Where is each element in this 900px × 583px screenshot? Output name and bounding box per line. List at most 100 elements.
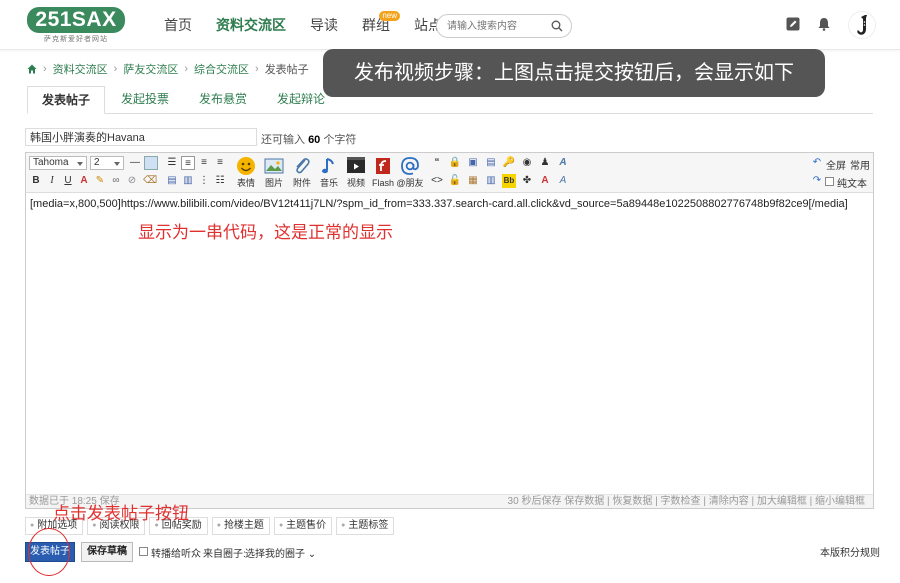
new-badge: new: [379, 11, 400, 21]
search-box: [436, 14, 572, 38]
search-icon[interactable]: [551, 20, 563, 32]
music-note-icon: [322, 158, 334, 174]
index-icon[interactable]: ▥: [484, 174, 498, 188]
plain-text-label: 纯文本: [837, 179, 867, 190]
broadcast-checkbox[interactable]: [139, 547, 148, 556]
table-icon[interactable]: [144, 156, 158, 170]
bb-icon[interactable]: Bb: [502, 174, 516, 188]
code-display-note: 显示为一串代码，这是正常的显示: [138, 223, 393, 242]
nav-resources[interactable]: 资料交流区: [204, 0, 298, 50]
saxophone-icon: [857, 15, 867, 35]
link-icon[interactable]: ∞: [109, 174, 123, 188]
search-input[interactable]: [447, 18, 547, 34]
site-header: 251SAX 萨克斯爱好者网站 首页 资料交流区 导读 群组 new 站点帮助: [0, 0, 900, 50]
user-avatar[interactable]: [848, 11, 876, 39]
fullscreen-button[interactable]: 全屏: [826, 157, 846, 172]
breadcrumb-general[interactable]: 综合交流区: [194, 61, 249, 77]
flash-button[interactable]: Flash: [368, 156, 398, 190]
quote-icon[interactable]: “: [430, 156, 444, 170]
underline-icon[interactable]: U: [61, 174, 75, 188]
lock-icon[interactable]: 🔒: [448, 156, 462, 170]
tab-reward[interactable]: 发布悬赏: [185, 86, 261, 114]
free-content-icon[interactable]: ▣: [466, 156, 480, 170]
emoji-label: 表情: [236, 178, 255, 188]
common-button[interactable]: 常用: [850, 157, 870, 172]
superscript-icon[interactable]: A: [538, 174, 552, 188]
mention-label: @朋友: [396, 178, 424, 188]
option-floor-grab[interactable]: 抢楼主题: [211, 517, 270, 535]
site-logo[interactable]: 251SAX 萨克斯爱好者网站: [27, 7, 125, 45]
breadcrumb-resources[interactable]: 资料交流区: [53, 61, 108, 77]
hr-icon[interactable]: —: [128, 156, 142, 170]
circle-select[interactable]: 选择我的圈子 ⌄: [245, 545, 316, 560]
font-select[interactable]: Tahoma: [29, 156, 87, 170]
align-left-icon[interactable]: ≡: [181, 156, 195, 170]
smiley-icon: [237, 157, 255, 175]
tab-poll[interactable]: 发起投票: [107, 86, 183, 114]
italic-icon[interactable]: I: [45, 174, 59, 188]
background-color-icon[interactable]: ✎: [93, 174, 107, 188]
redo-icon[interactable]: ↷: [810, 174, 824, 188]
mention-button[interactable]: @朋友: [395, 156, 425, 190]
highlight-circle: [28, 528, 70, 576]
option-price[interactable]: 主题售价: [273, 517, 333, 535]
hide-icon[interactable]: 🔓: [448, 174, 462, 188]
code-icon[interactable]: <>: [430, 174, 444, 188]
nav-groups[interactable]: 群组 new: [350, 0, 402, 50]
nav-guide[interactable]: 导读: [298, 0, 350, 50]
logo-subtitle: 萨克斯爱好者网站: [44, 36, 108, 43]
attachment-button[interactable]: 附件: [287, 156, 317, 190]
float-right-icon[interactable]: ▥: [181, 174, 195, 188]
hint-prefix: 还可输入: [261, 134, 305, 146]
breadcrumb-friends[interactable]: 萨友交流区: [123, 61, 178, 77]
editor-content[interactable]: [media=x,800,500]https://www.bilibili.co…: [30, 197, 870, 211]
edit-icon[interactable]: [786, 17, 800, 31]
subject-input[interactable]: [25, 128, 257, 146]
password-icon[interactable]: 🔑: [502, 156, 516, 170]
subscript-icon[interactable]: A: [556, 174, 570, 188]
editor-actions[interactable]: 30 秒后保存 保存数据 | 恢复数据 | 字数检查 | 清除内容 | 加大编辑…: [508, 495, 865, 508]
size-select[interactable]: 2: [90, 156, 124, 170]
tab-debate[interactable]: 发起辩论: [263, 86, 339, 114]
style-icon[interactable]: ✤: [520, 174, 534, 188]
attachment-label: 附件: [292, 178, 311, 188]
unlink-icon[interactable]: ⊘: [125, 174, 139, 188]
penguin-icon[interactable]: ♟: [538, 156, 552, 170]
plain-text-checkbox[interactable]: [825, 177, 834, 186]
nav-home[interactable]: 首页: [152, 0, 204, 50]
undo-icon[interactable]: ↶: [810, 156, 824, 170]
indent-icon[interactable]: ☰: [165, 156, 179, 170]
breadcrumb-current: 发表帖子: [264, 64, 309, 76]
font-style-icon[interactable]: A: [556, 156, 570, 170]
float-left-icon[interactable]: ▤: [165, 174, 179, 188]
option-tags[interactable]: 主题标签: [336, 517, 395, 535]
save-draft-button[interactable]: 保存草稿: [81, 542, 133, 562]
emoji-button[interactable]: 表情: [231, 156, 261, 190]
logo-text: 251SAX: [27, 7, 125, 33]
qq-icon[interactable]: ◉: [520, 156, 534, 170]
clear-format-icon[interactable]: ⌫: [143, 174, 157, 188]
size-value: 2: [94, 157, 100, 168]
align-center-icon[interactable]: ≡: [197, 156, 211, 170]
hint-suffix: 个字符: [323, 134, 357, 146]
music-button[interactable]: 音乐: [314, 156, 344, 190]
ordered-list-icon[interactable]: ⋮: [197, 174, 211, 188]
chevron-down-icon: ⌄: [307, 549, 317, 560]
page-break-icon[interactable]: ▤: [484, 156, 498, 170]
bell-icon[interactable]: [817, 17, 831, 31]
breadcrumb-separator: ›: [255, 63, 259, 75]
points-rules-link[interactable]: 本版积分规则: [820, 544, 880, 559]
click-post-note: 点击发表帖子按钮: [53, 504, 189, 523]
font-color-icon[interactable]: A: [77, 174, 91, 188]
bold-icon[interactable]: B: [29, 174, 43, 188]
tab-post[interactable]: 发表帖子: [27, 86, 106, 114]
image-button[interactable]: 图片: [259, 156, 289, 190]
hint-count: 60: [308, 134, 321, 146]
align-right-icon[interactable]: ≡: [213, 156, 227, 170]
font-value: Tahoma: [33, 157, 69, 168]
video-button[interactable]: 视频: [341, 156, 371, 190]
unordered-list-icon[interactable]: ☷: [213, 174, 227, 188]
video-icon: [347, 157, 365, 173]
home-icon[interactable]: [27, 64, 37, 74]
file-icon[interactable]: ▦: [466, 174, 480, 188]
